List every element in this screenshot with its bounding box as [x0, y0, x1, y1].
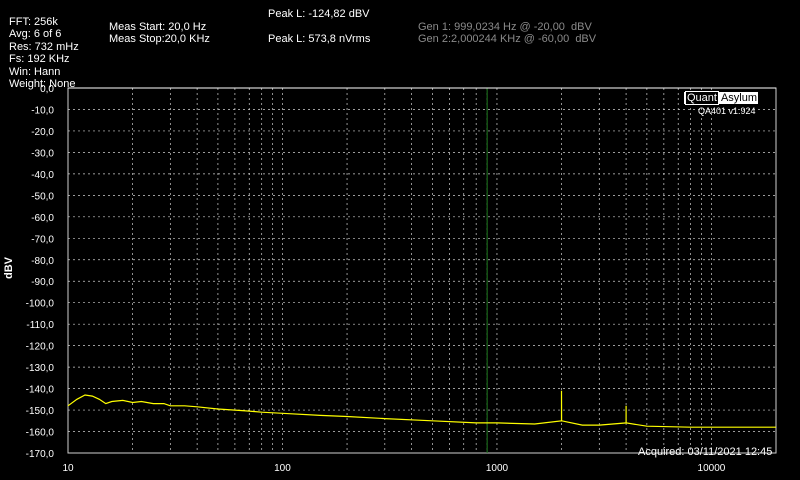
plot-frame: [67, 87, 777, 454]
y-tick-label: -20,0: [31, 127, 54, 138]
spectrum-chart: 0,0 -10,0 -20,0 -30,0 -40,0 -50,0 -60,0 -70,0 -8…: [26, 84, 777, 474]
y-tick-label: -50,0: [31, 191, 54, 202]
y-tick-label: -100,0: [26, 299, 55, 310]
y-tick-label: -90,0: [31, 277, 54, 288]
y-tick-label: 0,0: [40, 84, 54, 95]
y-tick-label: -130,0: [26, 363, 55, 374]
y-tick-label: -150,0: [26, 406, 55, 417]
y-tick-label: -40,0: [31, 170, 54, 181]
quantasylum-logo: Quant Asylum: [684, 91, 759, 105]
y-tick-label: -60,0: [31, 213, 54, 224]
y-tick-label: -120,0: [26, 342, 55, 353]
x-tick-label: 10: [62, 463, 74, 474]
x-tick-label: 10000: [698, 463, 726, 474]
y-tick-label: -170,0: [26, 449, 55, 460]
logo-asylum-text: Asylum: [719, 92, 759, 104]
y-tick-label: -160,0: [26, 428, 55, 439]
x-tick-label: 100: [274, 463, 291, 474]
y-tick-label: -70,0: [31, 234, 54, 245]
y-tick-label: -10,0: [31, 105, 54, 116]
y-axis-label: dBV: [3, 257, 15, 279]
y-tick-label: -140,0: [26, 385, 55, 396]
y-tick-label: -110,0: [26, 320, 54, 331]
acquired-timestamp: Acquired: 03/11/2021 12:45: [638, 446, 773, 458]
x-tick-label: 1000: [486, 463, 509, 474]
version-label: QA401 v1.924: [698, 106, 756, 116]
logo-quant-text: Quant: [685, 91, 719, 105]
y-tick-label: -30,0: [31, 148, 54, 159]
y-tick-label: -80,0: [31, 256, 54, 267]
spectrum-trace: [67, 390, 776, 428]
